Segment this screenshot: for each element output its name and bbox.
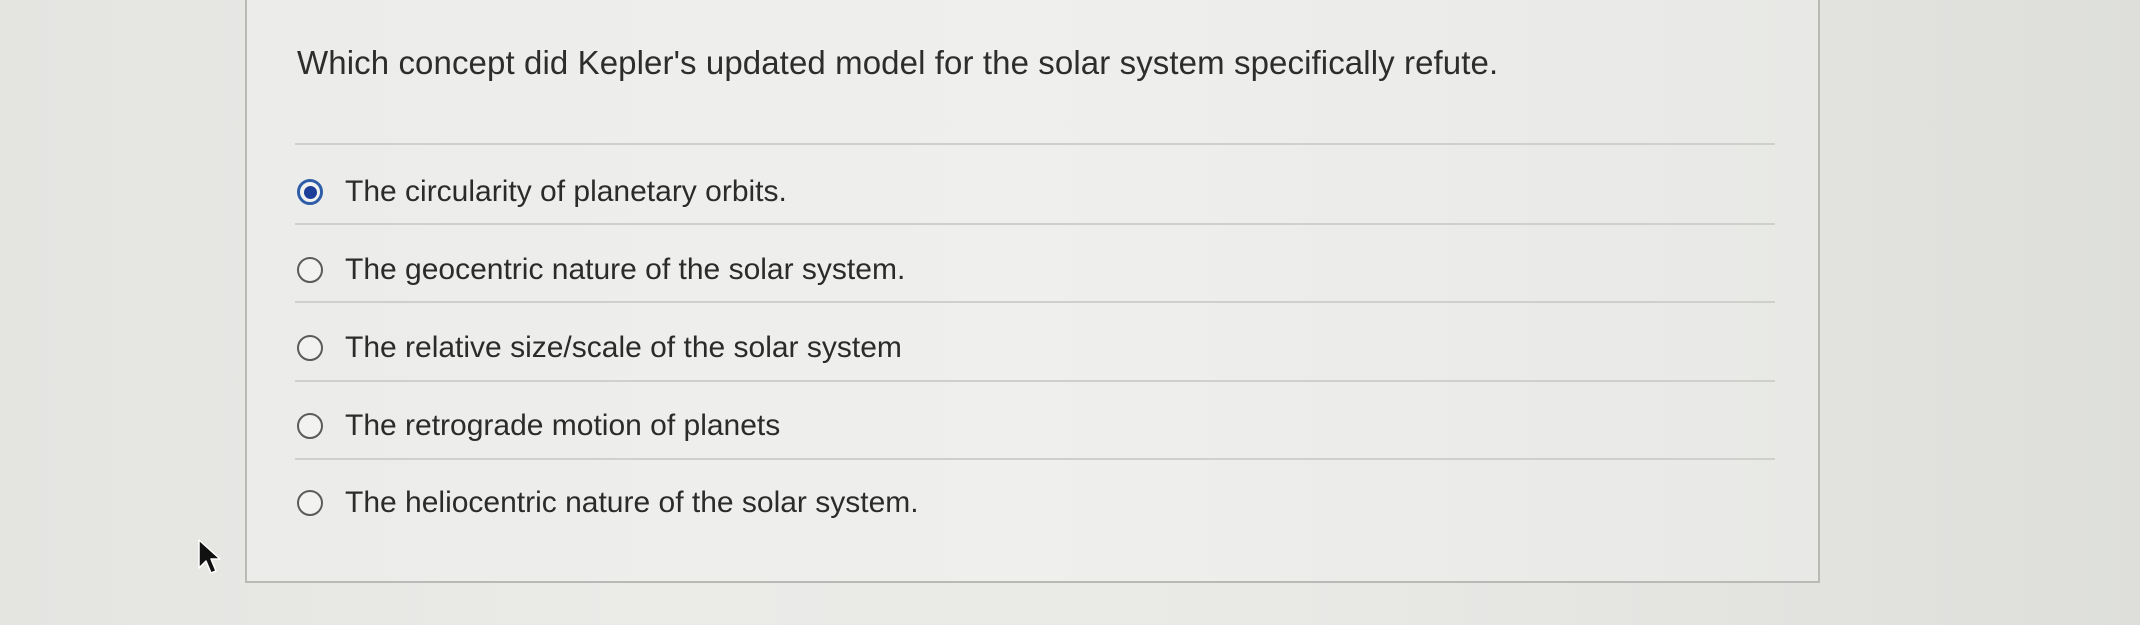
option-row-2[interactable]: The geocentric nature of the solar syste… xyxy=(297,245,1767,295)
page: Which concept did Kepler's updated model… xyxy=(0,0,2140,625)
question-card: Which concept did Kepler's updated model… xyxy=(245,0,1820,583)
divider xyxy=(295,301,1775,303)
option-label: The retrograde motion of planets xyxy=(345,409,781,442)
question-text: Which concept did Kepler's updated model… xyxy=(297,44,1499,81)
option-label: The circularity of planetary orbits. xyxy=(345,175,787,208)
option-row-5[interactable]: The heliocentric nature of the solar sys… xyxy=(297,478,1767,528)
divider xyxy=(295,223,1775,225)
radio-selected-icon[interactable] xyxy=(297,179,323,205)
radio-icon[interactable] xyxy=(297,335,323,361)
divider xyxy=(295,458,1775,460)
option-row-3[interactable]: The relative size/scale of the solar sys… xyxy=(297,323,1767,373)
divider xyxy=(295,380,1775,382)
mouse-pointer-icon xyxy=(198,539,221,574)
option-label: The heliocentric nature of the solar sys… xyxy=(345,486,919,519)
option-label: The geocentric nature of the solar syste… xyxy=(345,253,906,286)
option-label: The relative size/scale of the solar sys… xyxy=(345,331,902,364)
divider xyxy=(295,143,1775,145)
radio-icon[interactable] xyxy=(297,413,323,439)
radio-icon[interactable] xyxy=(297,257,323,283)
option-row-4[interactable]: The retrograde motion of planets xyxy=(297,401,1767,451)
option-row-1[interactable]: The circularity of planetary orbits. xyxy=(297,167,1767,217)
radio-icon[interactable] xyxy=(297,490,323,516)
